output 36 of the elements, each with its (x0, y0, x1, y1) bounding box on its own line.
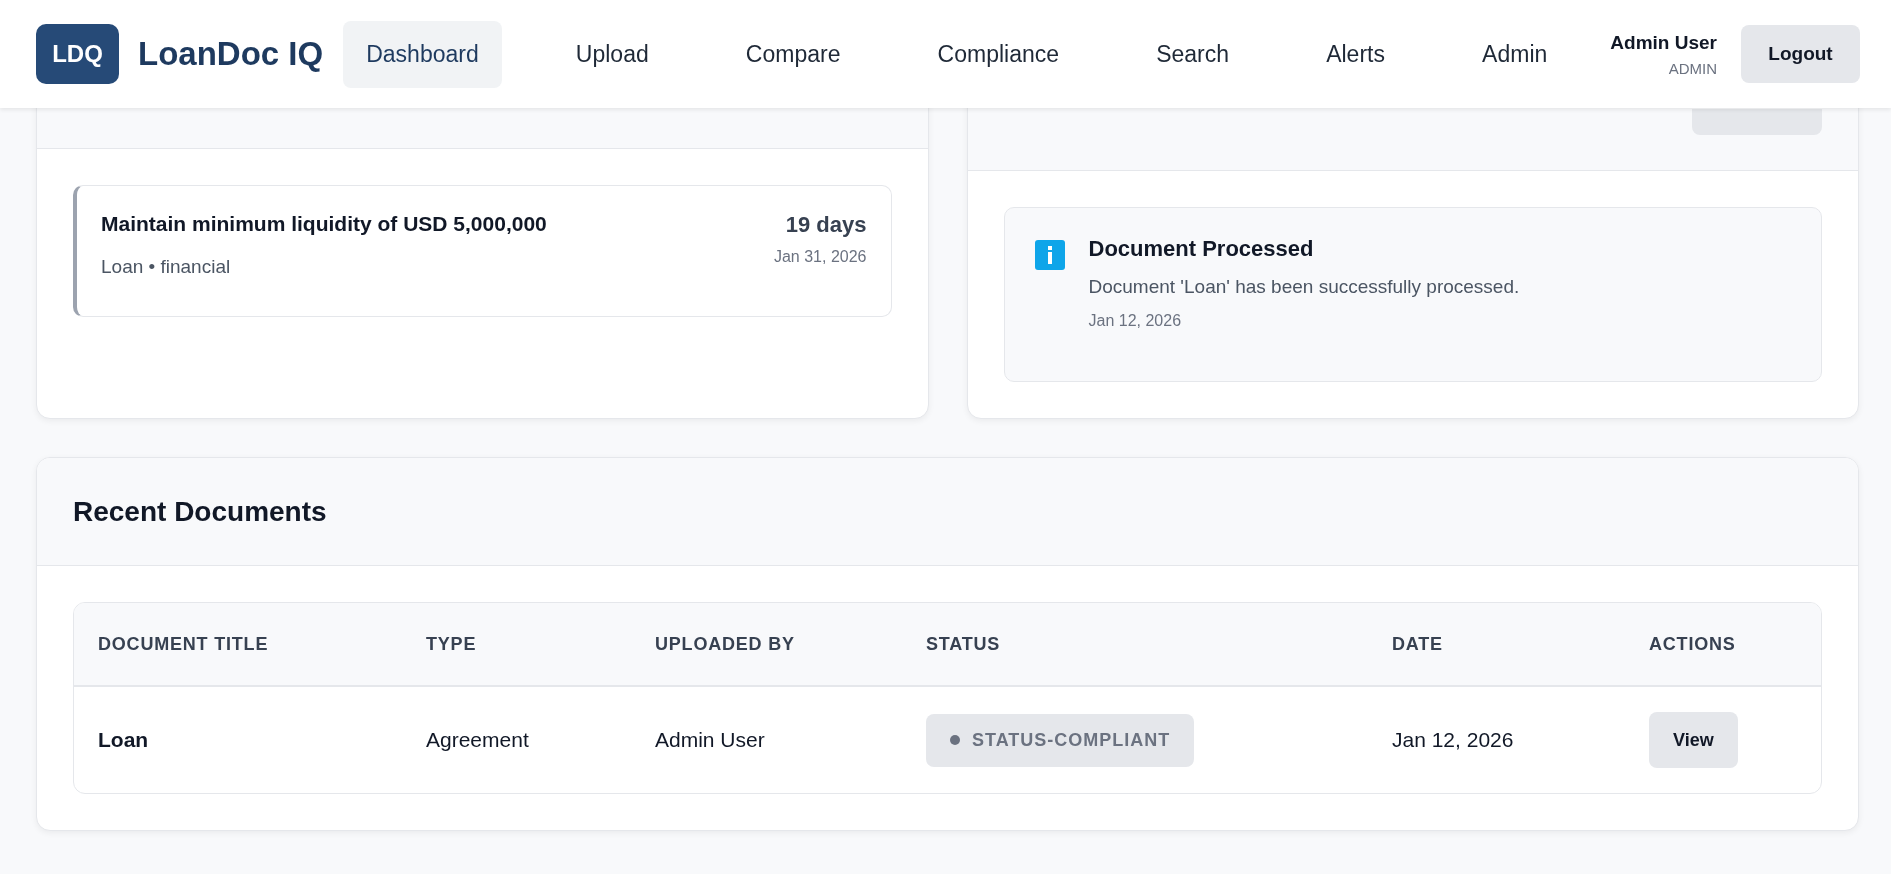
nav-tab[interactable]: Alerts (1303, 20, 1408, 88)
table-cell: Loan (98, 728, 149, 751)
column-header: DATE (1368, 603, 1625, 686)
logo[interactable]: LDQ (36, 24, 119, 84)
obligation-meta: Loan • financial (101, 256, 232, 278)
info-icon (1034, 240, 1065, 270)
partial-button[interactable] (1692, 109, 1822, 135)
table-cell: Agreement (426, 728, 529, 751)
alert-title: Document Processed (1088, 236, 1315, 262)
column-header: ACTIONS (1625, 603, 1821, 686)
table-cell: Admin User (655, 728, 765, 751)
status-badge: STATUS-COMPLIANT (926, 713, 1195, 767)
panel-title: Recent Documents (73, 495, 327, 528)
brand-name[interactable]: LoanDoc IQ (138, 35, 324, 73)
logout-button[interactable]: Logout (1741, 25, 1860, 83)
user-role: ADMIN (1668, 59, 1717, 77)
days-remaining: 19 days (785, 212, 867, 238)
nav-tab[interactable]: Compare (722, 20, 864, 88)
due-date: Jan 31, 2026 (773, 248, 867, 266)
column-header: UPLOADED BY (631, 603, 902, 686)
obligation-card[interactable]: Maintain minimum liquidity of USD 5,000,000 Loan • financial 19 days Jan 31, 2026 (73, 185, 892, 317)
column-header: DOCUMENT TITLE (74, 603, 402, 686)
table-cell: Jan 12, 2026 (1392, 728, 1514, 751)
user-name: Admin User (1610, 31, 1717, 54)
view-button[interactable]: View (1649, 712, 1738, 768)
alert-card[interactable]: Document Processed Document 'Loan' has been successfully processed. Jan 12, 2026 (1003, 207, 1822, 382)
obligation-title: Maintain minimum liquidity of USD 5,000,000 (101, 212, 547, 236)
column-header: STATUS (902, 603, 1368, 686)
column-header: TYPE (402, 603, 631, 686)
nav-tab[interactable]: Dashboard (343, 20, 502, 88)
nav-tab[interactable]: Upload (552, 20, 672, 88)
nav-tab[interactable]: Compliance (914, 20, 1083, 88)
nav-tab[interactable]: Admin (1459, 20, 1571, 88)
alert-message: Document 'Loan' has been successfully processed. (1088, 276, 1520, 298)
nav-tab[interactable]: Search (1133, 20, 1253, 88)
alert-date: Jan 12, 2026 (1088, 312, 1183, 330)
